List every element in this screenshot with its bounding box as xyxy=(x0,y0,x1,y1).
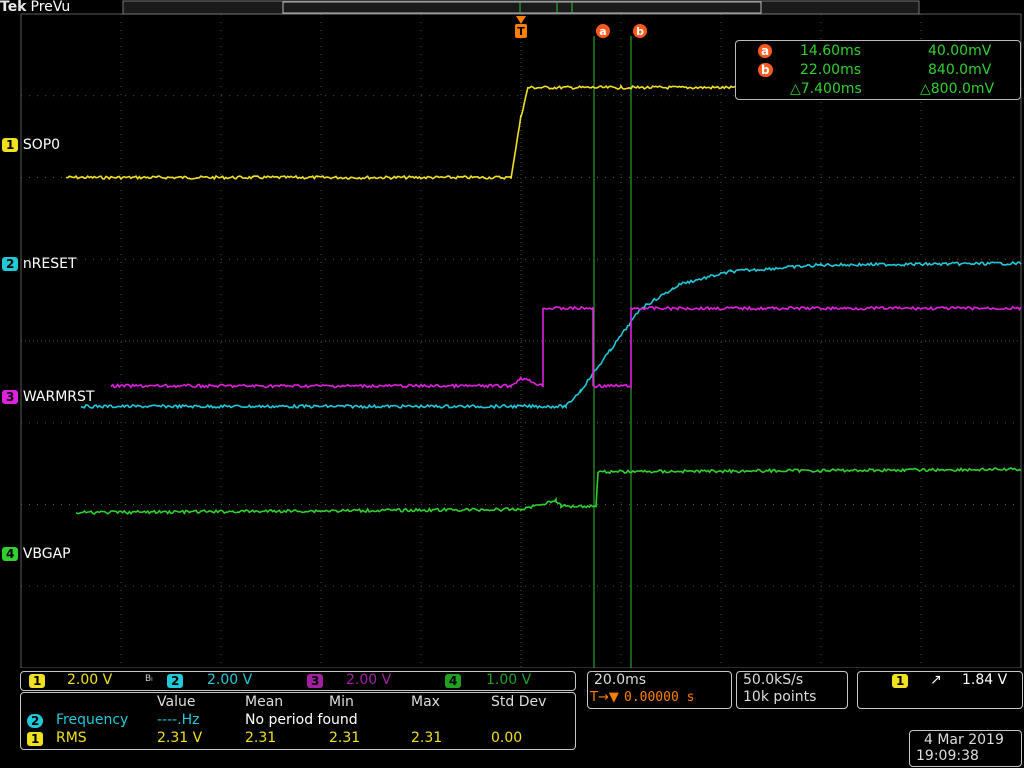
cursor-readout: a 14.60ms 40.00mV b 22.00ms 840.0mV △7.4… xyxy=(735,40,1021,100)
cursor-a-time: 14.60ms xyxy=(800,43,862,59)
trigger-panel[interactable]: 1 ↗ 1.84 V xyxy=(857,671,1023,709)
bandwidth-limit-icon: Bₗ xyxy=(145,674,153,684)
sample-rate: 50.0kS/s xyxy=(743,672,804,688)
scale-ch1-badge: 1 xyxy=(29,674,46,688)
trace-vbgap xyxy=(75,467,1022,515)
channel-4-name: VBGAP xyxy=(22,546,71,562)
meas-row2-mean: 2.31 xyxy=(245,730,277,746)
scale-ch2-badge: 2 xyxy=(167,674,184,688)
top-bar: Tek PreVu xyxy=(0,0,1024,16)
trace-sop0 xyxy=(65,83,1022,181)
cursor-a-badge: a xyxy=(758,44,773,58)
channel-1-badge: 1 xyxy=(2,138,19,152)
acquisition-panel[interactable]: 50.0kS/s 10k points xyxy=(736,671,848,709)
meas-row1-mean: No period found xyxy=(245,712,358,728)
meas-header-mean: Mean xyxy=(245,694,284,710)
channel-1-name: SOP0 xyxy=(22,137,61,153)
meas-row2-value: 2.31 V xyxy=(157,730,203,746)
meas-row1-name: Frequency xyxy=(56,712,129,728)
brand-label: Tek PreVu xyxy=(0,0,70,15)
cursor-a-volt: 40.00mV xyxy=(928,43,992,59)
horizontal-position[interactable]: 0.00000 s xyxy=(624,690,694,705)
acquisition-mode: PreVu xyxy=(30,0,71,15)
meas-header-max: Max xyxy=(411,694,440,710)
scale-ch4-value[interactable]: 1.00 V xyxy=(486,672,531,688)
channel-2-label[interactable]: 2 nRESET xyxy=(2,256,77,272)
waveform-display[interactable]: a bT xyxy=(0,0,1024,668)
channel-3-badge: 3 xyxy=(2,390,19,404)
datetime-panel: 4 Mar 2019 19:09:38 xyxy=(909,730,1022,767)
horizontal-position-icon: T→▼ xyxy=(590,690,619,705)
meas-header-stddev: Std Dev xyxy=(491,694,547,710)
channel-1-label[interactable]: 1 SOP0 xyxy=(2,137,60,153)
meas-row2-min: 2.31 xyxy=(329,730,361,746)
channel-4-label[interactable]: 4 VBGAP xyxy=(2,546,71,562)
channel-3-name: WARMRST xyxy=(22,389,95,405)
trace-nreset xyxy=(80,260,1022,410)
meas-row1-value: ----.Hz xyxy=(157,712,200,728)
cursor-b-volt: 840.0mV xyxy=(928,62,992,78)
timebase-panel[interactable]: 20.0ms T→▼ 0.00000 s xyxy=(587,671,732,709)
measurement-panel[interactable]: Value Mean Min Max Std Dev 2 Frequency -… xyxy=(20,692,576,750)
meas-header-min: Min xyxy=(329,694,354,710)
meas-row2-name: RMS xyxy=(56,730,87,746)
meas-row2-badge: 1 xyxy=(27,732,44,746)
trigger-position-marker xyxy=(516,16,526,24)
meas-row2-max: 2.31 xyxy=(411,730,443,746)
trigger-source-badge: 1 xyxy=(892,674,909,688)
trigger-badge-label: T xyxy=(517,25,525,38)
cursor-b-time: 22.00ms xyxy=(800,62,862,78)
channel-2-name: nRESET xyxy=(22,256,77,272)
trace-warmrst xyxy=(110,305,1022,389)
brand-name: Tek xyxy=(0,0,27,15)
time-label: 19:09:38 xyxy=(916,748,979,764)
cursor-marker-label-a: a xyxy=(599,25,606,38)
trigger-level[interactable]: 1.84 V xyxy=(962,672,1007,688)
channel-3-label[interactable]: 3 WARMRST xyxy=(2,389,94,405)
date-label: 4 Mar 2019 xyxy=(924,732,1004,748)
cursor-delta-time: △7.400ms xyxy=(790,81,862,97)
meas-row2-stddev: 0.00 xyxy=(491,730,523,746)
scale-ch1-value[interactable]: 2.00 V xyxy=(67,672,112,688)
trigger-slope-icon: ↗ xyxy=(930,672,942,688)
scale-ch3-value[interactable]: 2.00 V xyxy=(346,672,391,688)
channel-2-badge: 2 xyxy=(2,257,19,271)
scale-ch2-value[interactable]: 2.00 V xyxy=(207,672,252,688)
meas-row1-badge: 2 xyxy=(27,714,44,728)
vertical-scale-panel[interactable]: 1 2.00 V Bₗ 2 2.00 V 3 2.00 V 4 1.00 V xyxy=(20,671,576,691)
timebase-scale[interactable]: 20.0ms xyxy=(594,672,646,688)
record-length: 10k points xyxy=(743,689,817,705)
meas-header-value: Value xyxy=(157,694,196,710)
channel-4-badge: 4 xyxy=(2,547,19,561)
cursor-marker-label-b: b xyxy=(636,25,644,38)
cursor-delta-volt: △800.0mV xyxy=(920,81,995,97)
scale-ch3-badge: 3 xyxy=(307,674,324,688)
scale-ch4-badge: 4 xyxy=(445,674,462,688)
cursor-b-badge: b xyxy=(758,63,773,77)
